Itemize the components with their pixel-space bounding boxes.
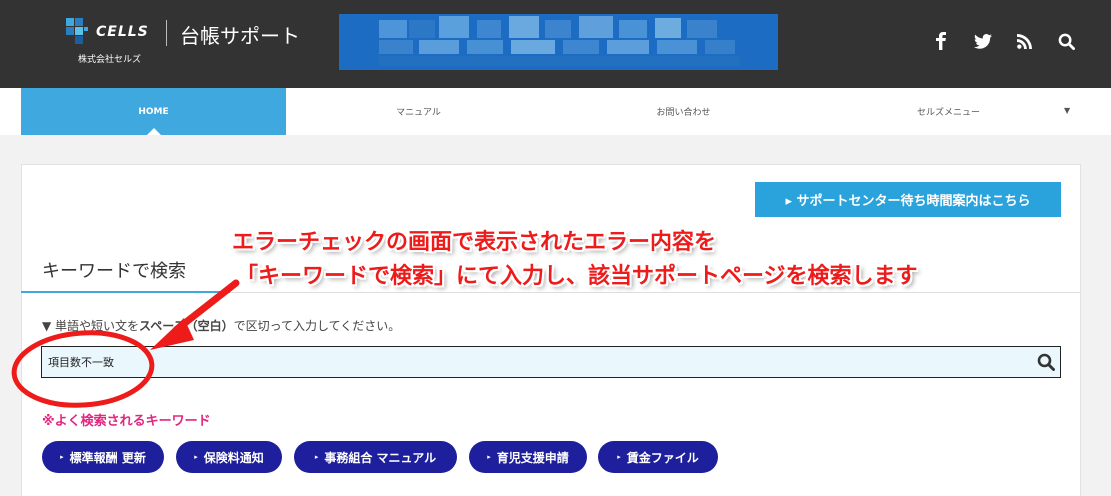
keyword-tag[interactable]: ▸ 保険料通知 [176, 441, 282, 473]
keyword-search-input[interactable] [48, 347, 1008, 377]
section-title-underline [21, 291, 230, 293]
site-logo[interactable]: CELLS 株式会社セルズ [66, 18, 186, 65]
keyword-tag[interactable]: ▸ 事務組合 マニュアル [294, 441, 457, 473]
header-search-icon[interactable] [1055, 30, 1077, 52]
popular-keywords-label: ※よく検索されるキーワード [42, 414, 211, 429]
chevron-down-icon[interactable]: ▼ [1064, 106, 1070, 115]
company-name: 株式会社セルズ [78, 55, 142, 65]
keyword-search-title: キーワードで検索 [42, 261, 186, 282]
annotation-text-line1: エラーチェックの画面で表示されたエラー内容を [232, 230, 717, 255]
nav-home[interactable]: HOME [21, 88, 286, 135]
logo-divider [166, 20, 167, 46]
main-nav: HOME マニュアル お問い合わせ セルズメニュー ▼ [0, 88, 1111, 135]
triangle-right-icon: ▸ [60, 453, 64, 461]
site-header: CELLS 株式会社セルズ 台帳サポート [0, 0, 1111, 88]
site-title[interactable]: 台帳サポート [180, 20, 300, 49]
triangle-right-icon: ▸ [314, 453, 319, 461]
keyword-tag[interactable]: ▸ 標準報酬 更新 [42, 441, 164, 473]
twitter-icon[interactable] [972, 30, 994, 52]
nav-contact[interactable]: お問い合わせ [551, 88, 816, 135]
search-hint: ▼ 単語や短い文をスペース（空白）で区切って入力してください。 [42, 317, 400, 334]
triangle-right-icon: ▸ [487, 453, 491, 461]
search-hint-prefix: ▼ 単語や短い文を [42, 319, 140, 333]
keyword-tag-label: 事務組合 マニュアル [324, 450, 437, 465]
keyword-search-box [41, 346, 1061, 378]
keyword-tag-label: 育児支援申請 [496, 450, 569, 465]
triangle-right-icon: ▸ [617, 453, 621, 461]
support-wait-time-button[interactable]: ▸ サポートセンター待ち時間案内はこちら [755, 182, 1061, 217]
keyword-tag-label: 賃金ファイル [626, 450, 699, 465]
search-submit-icon[interactable] [1037, 353, 1055, 375]
keyword-tag-label: 保険料通知 [203, 450, 264, 465]
keyword-tag[interactable]: ▸ 育児支援申請 [469, 441, 587, 473]
keyword-tag[interactable]: ▸ 賃金ファイル [598, 441, 718, 473]
search-hint-bold: スペース（空白） [139, 319, 234, 333]
nav-manual[interactable]: マニュアル [286, 88, 551, 135]
rss-icon[interactable] [1013, 30, 1035, 52]
cells-logo-mark-icon [66, 18, 88, 44]
keyword-tag-label: 標準報酬 更新 [69, 450, 146, 465]
annotation-text-line2: 「キーワードで検索」にて入力し、該当サポートページを検索します [236, 264, 918, 289]
triangle-right-icon: ▸ [194, 453, 198, 461]
nav-cells-menu[interactable]: セルズメニュー [816, 88, 1081, 135]
blurred-banner [339, 14, 778, 70]
logo-wordmark: CELLS [96, 24, 149, 40]
search-hint-suffix: で区切って入力してください。 [233, 319, 401, 333]
facebook-icon[interactable] [930, 30, 952, 52]
